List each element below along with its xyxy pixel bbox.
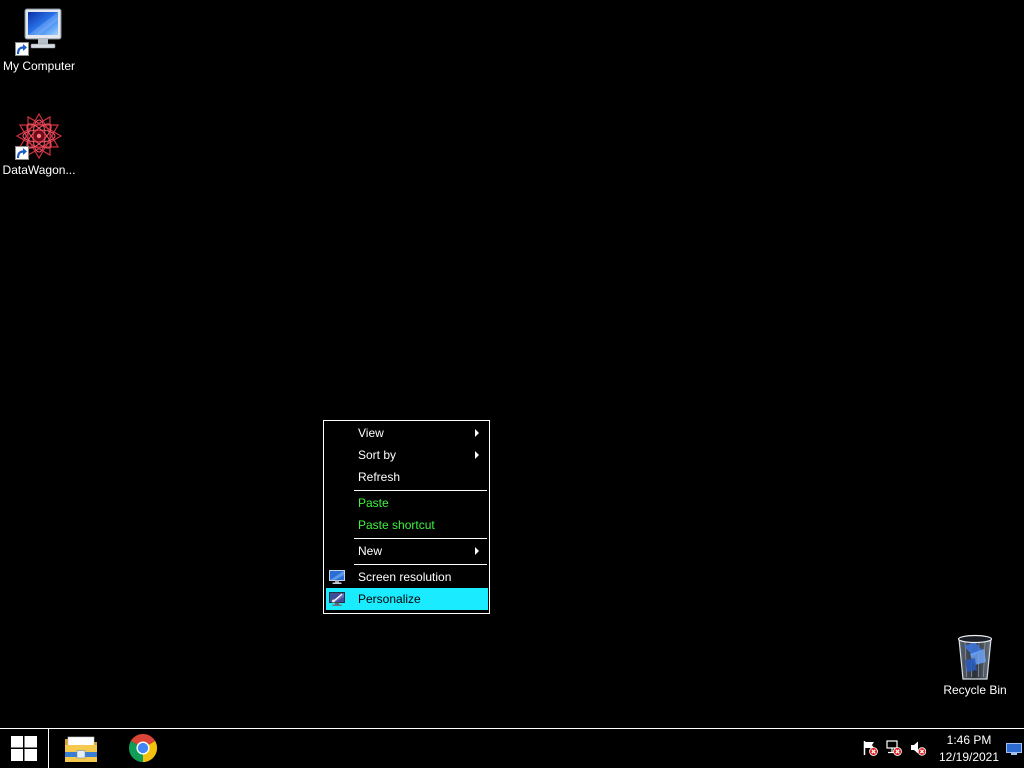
submenu-arrow-icon [475,429,479,437]
screen-resolution-icon [329,569,345,585]
menu-item-label: Refresh [358,470,401,484]
desktop-icon-label: Recycle Bin [943,683,1007,697]
submenu-arrow-icon [475,451,479,459]
show-desktop-icon[interactable] [1006,743,1022,755]
desktop-icon-my-computer[interactable]: My Computer [1,0,77,76]
shortcut-arrow-icon [15,146,29,160]
clock-time: 1:46 PM [946,733,992,747]
menu-item-label: View [358,426,384,440]
menu-item-label: Personalize [358,592,421,606]
windows-logo-icon [11,736,37,761]
menu-item-view[interactable]: View [324,422,489,444]
taskbar-clock[interactable]: 1:46 PM 12/19/2021 [936,729,1002,768]
menu-item-screen-resolution[interactable]: Screen resolution [324,566,489,588]
datawagon-icon [15,112,63,160]
network-icon[interactable] [886,740,902,756]
start-button[interactable] [0,729,48,768]
recycle-bin-icon [951,632,999,680]
desktop-icon-label: DataWagon... [2,163,76,177]
menu-item-personalize[interactable]: Personalize [326,588,488,610]
personalize-icon [329,591,345,607]
menu-item-label: Screen resolution [358,570,452,584]
taskbar-divider [48,729,49,768]
menu-item-new[interactable]: New [324,540,489,562]
desktop-icon-datawagon[interactable]: DataWagon... [1,104,77,180]
desktop[interactable]: My Computer DataWagon... Recycle Bin Vie… [0,0,1024,728]
menu-item-label: Paste shortcut [358,518,435,532]
desktop-icon-label: My Computer [2,59,76,73]
volume-muted-icon[interactable] [910,740,926,756]
taskbar: 1:46 PM 12/19/2021 [0,728,1024,768]
my-computer-icon [15,8,63,56]
menu-item-label: New [358,544,383,558]
submenu-arrow-icon [475,547,479,555]
shortcut-arrow-icon [15,42,29,56]
taskbar-chrome-button[interactable] [119,729,167,768]
taskbar-file-explorer-button[interactable] [57,729,105,768]
file-explorer-icon [65,736,97,762]
menu-item-refresh[interactable]: Refresh [324,466,489,488]
desktop-context-menu: View Sort by Refresh Paste Paste shortcu… [323,420,490,614]
menu-item-label: Paste [358,496,389,510]
menu-item-paste[interactable]: Paste [324,492,489,514]
menu-item-paste-shortcut[interactable]: Paste shortcut [324,514,489,536]
chrome-icon [128,733,158,763]
clock-date: 12/19/2021 [938,750,1000,764]
menu-item-label: Sort by [358,448,397,462]
desktop-icon-recycle-bin[interactable]: Recycle Bin [937,624,1013,700]
action-center-flag-icon[interactable] [862,740,878,756]
menu-item-sort-by[interactable]: Sort by [324,444,489,466]
